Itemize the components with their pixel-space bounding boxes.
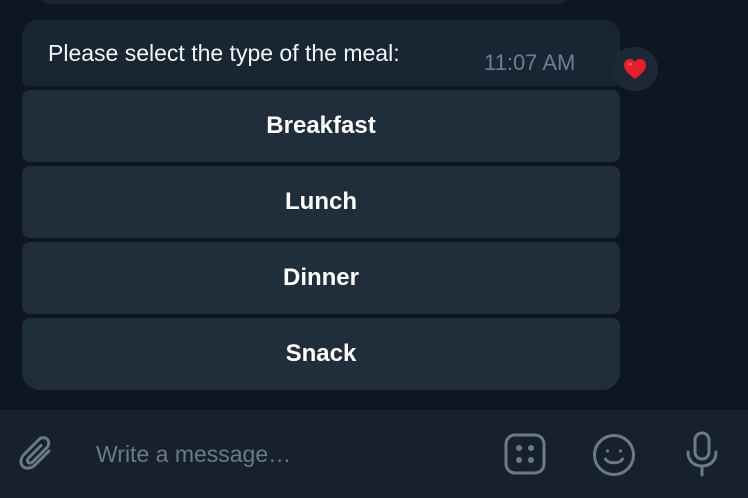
microphone-icon[interactable] <box>680 430 724 478</box>
message-text: Please select the type of the meal: <box>48 40 400 66</box>
message-input[interactable] <box>82 432 496 476</box>
keyboard-button-dinner[interactable]: Dinner <box>22 242 620 314</box>
message-time: 11:07 AM <box>484 50 576 75</box>
heart-reaction[interactable] <box>612 47 658 91</box>
message-composer <box>0 410 748 498</box>
message-bubble: Please select the type of the meal: 11:0… <box>22 20 620 86</box>
paperclip-icon[interactable] <box>16 432 60 476</box>
bot-menu-dice-icon[interactable] <box>503 432 547 476</box>
keyboard-button-breakfast[interactable]: Breakfast <box>22 90 620 162</box>
chat-area: Please select the type of the meal: 11:0… <box>0 0 748 410</box>
keyboard-button-lunch[interactable]: Lunch <box>22 166 620 238</box>
emoji-icon[interactable] <box>591 432 637 478</box>
previous-message-bubble <box>38 0 570 4</box>
keyboard-button-snack[interactable]: Snack <box>22 318 620 390</box>
heart-icon <box>624 59 646 79</box>
